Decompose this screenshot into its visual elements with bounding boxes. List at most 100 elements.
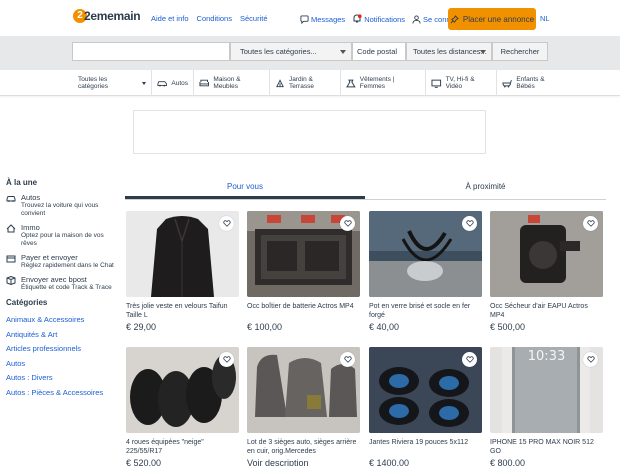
listing-image[interactable]: [247, 347, 360, 433]
featured-autos[interactable]: Autos Trouvez la voiture qui vous convie…: [6, 193, 121, 218]
distance-select[interactable]: Toutes les distances...: [406, 42, 492, 61]
listing-title[interactable]: 4 roues équipées "neige" 225/55/R17: [126, 438, 239, 456]
featured-desc: Trouvez la voiture qui vous convient: [21, 202, 99, 217]
category-maison[interactable]: Maison & Meubles: [194, 70, 270, 96]
listing-title[interactable]: IPHONE 15 PRO MAX NOIR 512 GO: [490, 438, 603, 456]
listing-price: € 520,00: [126, 458, 162, 466]
listing-price: € 40,00: [369, 322, 400, 332]
category-link[interactable]: Antiquités & Art: [6, 328, 121, 343]
favorite-button[interactable]: [462, 352, 477, 367]
listing-card[interactable]: Lot de 3 sièges auto, sièges arrière en …: [247, 347, 360, 466]
category-vetements[interactable]: Vêtements | Femmes: [341, 70, 426, 96]
listing-card[interactable]: Occ Sécheur d'air EAPU Actros MP4 € 500,…: [490, 211, 603, 332]
featured-desc: Optez pour la maison de vos rêves: [21, 232, 104, 247]
featured-bpost[interactable]: Envoyer avec bpost Étiquette et code Tra…: [6, 275, 121, 292]
chevron-down-icon: [340, 50, 346, 54]
car-icon: [6, 196, 16, 202]
pin-icon: [450, 14, 459, 23]
heart-icon: [586, 356, 595, 363]
category-nav: Toutes les catégories Autos Maison & Meu…: [0, 70, 620, 96]
listing-price: € 100,00: [247, 322, 283, 332]
listing-card[interactable]: Jantes Riviera 19 pouces 5x112 € 1400,00: [369, 347, 482, 466]
listing-price: € 29,00: [126, 322, 157, 332]
listing-title[interactable]: Jantes Riviera 19 pouces 5x112: [369, 438, 482, 456]
category-link[interactable]: Articles professionnels: [6, 342, 121, 357]
listing-image[interactable]: [247, 211, 360, 297]
postal-code-input[interactable]: Code postal: [352, 42, 406, 61]
category-link[interactable]: Autos : Divers: [6, 371, 121, 386]
category-link[interactable]: Autos : Pièces & Accessoires: [6, 386, 121, 401]
language-switch[interactable]: NL: [540, 14, 550, 23]
place-ad-button[interactable]: Placer une annonce: [448, 8, 536, 30]
conditions-link[interactable]: Conditions: [197, 14, 232, 23]
listing-card[interactable]: Très jolie veste en velours Taifun Taill…: [126, 211, 239, 332]
search-button[interactable]: Rechercher: [492, 42, 548, 61]
site-logo[interactable]: 2 2ememain: [73, 9, 141, 23]
messages-label: Messages: [311, 14, 346, 24]
favorite-button[interactable]: [219, 352, 234, 367]
heart-icon: [465, 220, 474, 227]
listing-price: € 800,00: [490, 458, 526, 466]
help-link[interactable]: Aide et info: [151, 14, 189, 23]
sidebar: À la une Autos Trouvez la voiture qui vo…: [6, 178, 121, 400]
favorite-button[interactable]: [340, 352, 355, 367]
listing-image[interactable]: [369, 347, 482, 433]
featured-heading: À la une: [6, 178, 38, 187]
notifications-link[interactable]: Notifications: [352, 14, 405, 24]
category-jardin-label: Jardin & Terrasse: [289, 76, 314, 90]
listing-title[interactable]: Très jolie veste en velours Taifun Taill…: [126, 302, 239, 320]
listing-image[interactable]: [126, 211, 239, 297]
tv-icon: [431, 79, 442, 88]
page: 2 2ememain Aide et info Conditions Sécur…: [0, 0, 620, 466]
featured-payment[interactable]: Payer et envoyer Réglez rapidement dans …: [6, 253, 121, 270]
favorite-button[interactable]: [219, 216, 234, 231]
listing-title[interactable]: Occ boîtier de batterie Actros MP4: [247, 302, 360, 320]
category-jardin[interactable]: Jardin & Terrasse: [270, 70, 341, 96]
dress-icon: [346, 79, 356, 87]
listing-card[interactable]: 4 roues équipées "neige" 225/55/R17 € 52…: [126, 347, 239, 466]
listing-title[interactable]: Lot de 3 sièges auto, sièges arrière en …: [247, 438, 360, 456]
category-link[interactable]: Animaux & Accessoires: [6, 313, 121, 328]
chevron-down-icon: [480, 50, 486, 54]
heart-icon: [465, 356, 474, 363]
car-icon: [157, 81, 167, 87]
favorite-button[interactable]: [583, 216, 598, 231]
listing-image[interactable]: [490, 211, 603, 297]
category-all[interactable]: Toutes les catégories: [73, 70, 152, 96]
listing-image[interactable]: 10:33: [490, 347, 603, 433]
listing-card[interactable]: 10:33 IPHONE 15 PRO MAX NOIR 512 GO € 80…: [490, 347, 603, 466]
heart-icon: [343, 220, 352, 227]
featured-immo[interactable]: Immo Optez pour la maison de vos rêves: [6, 223, 121, 248]
top-links: Aide et info Conditions Sécurité: [151, 14, 268, 23]
tab-a-proximite[interactable]: À proximité: [365, 178, 606, 199]
top-header: 2 2ememain Aide et info Conditions Sécur…: [0, 0, 620, 36]
favorite-button[interactable]: [340, 216, 355, 231]
ad-banner: [133, 110, 486, 154]
category-enfants[interactable]: Enfants & Bébés: [497, 70, 567, 96]
category-link[interactable]: Autos: [6, 357, 121, 372]
messages-link[interactable]: Messages: [300, 15, 345, 24]
listing-image[interactable]: [126, 347, 239, 433]
search-input[interactable]: [72, 42, 230, 61]
listing-title[interactable]: Pot en verre brisé et socle en fer forgé: [369, 302, 482, 320]
listing-price: € 1400,00: [369, 458, 410, 466]
listing-card[interactable]: Occ boîtier de batterie Actros MP4 € 100…: [247, 211, 360, 332]
distance-select-label: Toutes les distances...: [413, 47, 487, 56]
category-all-label: Toutes les catégories: [78, 76, 108, 90]
category-autos[interactable]: Autos: [152, 70, 194, 96]
listing-title[interactable]: Occ Sécheur d'air EAPU Actros MP4: [490, 302, 603, 320]
category-tv[interactable]: TV, Hi-fi & Vidéo: [426, 70, 497, 96]
listing-card[interactable]: Pot en verre brisé et socle en fer forgé…: [369, 211, 482, 332]
category-select-label: Toutes les catégories...: [240, 47, 317, 56]
bell-icon: [353, 14, 362, 23]
logo-text: 2ememain: [84, 9, 141, 23]
category-select[interactable]: Toutes les catégories...: [230, 42, 352, 61]
user-icon: [412, 14, 421, 24]
listing-image[interactable]: [369, 211, 482, 297]
favorite-button[interactable]: [462, 216, 477, 231]
heart-icon: [343, 356, 352, 363]
tab-pour-vous[interactable]: Pour vous: [125, 178, 365, 199]
place-ad-label: Placer une annonce: [462, 14, 535, 24]
security-link[interactable]: Sécurité: [240, 14, 268, 23]
favorite-button[interactable]: [583, 352, 598, 367]
